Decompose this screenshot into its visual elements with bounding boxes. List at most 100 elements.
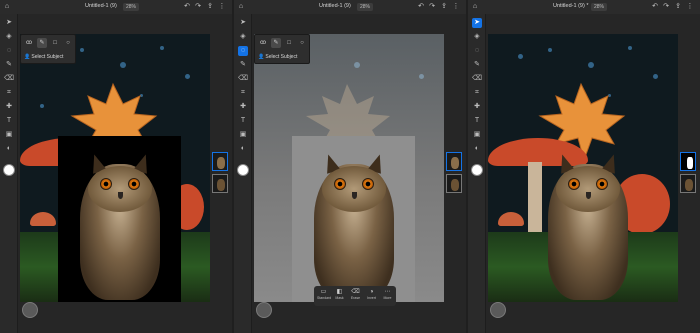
more-icon[interactable]: ⋮: [452, 3, 460, 11]
rect-select-icon[interactable]: □: [50, 38, 60, 48]
lasso-icon[interactable]: ◌: [472, 46, 482, 56]
brush-icon[interactable]: ✎: [472, 60, 482, 70]
brush-select-icon[interactable]: ✎: [271, 38, 281, 48]
text-icon[interactable]: T: [4, 116, 14, 126]
heal-icon[interactable]: ✚: [472, 102, 482, 112]
layer-thumb-background[interactable]: [446, 174, 462, 193]
document-canvas[interactable]: [20, 34, 210, 302]
owl-layer[interactable]: [292, 136, 415, 302]
selection-popover: ꝏ ✎ □ ○ 👤 Select Subject: [20, 34, 76, 64]
layer-thumb-background[interactable]: [212, 174, 228, 193]
selection-popover: ꝏ ✎ □ ○ 👤 Select Subject: [254, 34, 310, 64]
lasso-icon[interactable]: ◌: [238, 46, 248, 56]
foreground-swatch[interactable]: [3, 164, 15, 176]
image-icon[interactable]: ▣: [238, 130, 248, 140]
owl-beak: [586, 192, 591, 199]
eraser-icon[interactable]: ⌫: [472, 74, 482, 84]
redo-icon[interactable]: ↷: [662, 3, 670, 11]
foreground-swatch[interactable]: [471, 164, 483, 176]
crop-icon[interactable]: ⌗: [4, 88, 14, 98]
move-icon[interactable]: ➤: [238, 18, 248, 28]
touch-shortcut[interactable]: [256, 302, 272, 318]
bottom-item-erase[interactable]: ⌫ Erase: [349, 288, 362, 301]
layer-thumb-mask[interactable]: [680, 152, 696, 171]
panel-result: ⌂ Untitled-1 (9) * 28% ↶ ↷ ⇪ ⋮ ➤ ◈ ◌ ✎ ⌫…: [468, 0, 700, 333]
layer-thumb-background[interactable]: [680, 174, 696, 193]
bottom-item-mask[interactable]: ◧ Mask: [333, 288, 346, 301]
layer-thumb-owl[interactable]: [446, 152, 462, 171]
bottom-item-standard[interactable]: ▭ Standard: [317, 288, 331, 301]
document-canvas[interactable]: [488, 34, 678, 302]
lasso-icon[interactable]: ꝏ: [258, 38, 268, 48]
eraser-icon[interactable]: ⌫: [4, 74, 14, 84]
panel-selection: ⌂ Untitled-1 (9) 28% ↶ ↷ ⇪ ⋮ ➤ ◈ ◌ ✎ ⌫ ⌗…: [234, 0, 466, 333]
ellipse-select-icon[interactable]: ○: [297, 38, 307, 48]
lasso-icon[interactable]: ◌: [4, 46, 14, 56]
home-icon[interactable]: ⌂: [237, 3, 245, 11]
undo-icon[interactable]: ↶: [417, 3, 425, 11]
fill-icon[interactable]: ◐: [472, 144, 482, 154]
share-icon[interactable]: ⇪: [206, 3, 214, 11]
bottom-item-invert[interactable]: ◑ Invert: [365, 288, 378, 301]
touch-shortcut[interactable]: [22, 302, 38, 318]
brush-icon[interactable]: ✎: [4, 60, 14, 70]
layers-icon[interactable]: ◈: [4, 32, 14, 42]
undo-icon[interactable]: ↶: [183, 3, 191, 11]
mushroom-cap-small: [30, 212, 56, 226]
ellipse-select-icon[interactable]: ○: [63, 38, 73, 48]
invert-icon: ◑: [369, 289, 374, 295]
lasso-icon[interactable]: ꝏ: [24, 38, 34, 48]
image-icon[interactable]: ▣: [472, 130, 482, 140]
more-icon[interactable]: ⋮: [686, 3, 694, 11]
tool-sidebar: ➤ ◈ ◌ ✎ ⌫ ⌗ ✚ T ▣ ◐: [0, 14, 18, 333]
share-icon[interactable]: ⇪: [674, 3, 682, 11]
document-title: Untitled-1 (9): [85, 3, 117, 9]
move-icon[interactable]: ➤: [472, 18, 482, 28]
brush-icon[interactable]: ✎: [238, 60, 248, 70]
layer-thumb-owl[interactable]: [212, 152, 228, 171]
heal-icon[interactable]: ✚: [4, 102, 14, 112]
layers-icon[interactable]: ◈: [238, 32, 248, 42]
owl-eye-right: [128, 178, 140, 190]
top-bar: ⌂ Untitled-1 (9) * 28% ↶ ↷ ⇪ ⋮: [468, 0, 700, 14]
bottom-item-more[interactable]: ⋯ More: [381, 288, 394, 301]
image-icon[interactable]: ▣: [4, 130, 14, 140]
redo-icon[interactable]: ↷: [428, 3, 436, 11]
select-subject-button[interactable]: 👤 Select Subject: [24, 52, 74, 62]
rect-select-icon[interactable]: □: [284, 38, 294, 48]
text-icon[interactable]: T: [472, 116, 482, 126]
fill-icon[interactable]: ◐: [4, 144, 14, 154]
crop-icon[interactable]: ⌗: [472, 88, 482, 98]
touch-shortcut[interactable]: [490, 302, 506, 318]
select-subject-button[interactable]: 👤 Select Subject: [258, 52, 308, 62]
owl-layer[interactable]: [58, 136, 181, 302]
owl-eye-left: [334, 178, 346, 190]
zoom-level[interactable]: 28%: [123, 3, 140, 11]
redo-icon[interactable]: ↷: [194, 3, 202, 11]
erase-icon: ⌫: [351, 289, 360, 295]
selection-bottom-bar: ▭ Standard ◧ Mask ⌫ Erase ◑ Invert ⋯ Mor…: [314, 286, 396, 306]
heal-icon[interactable]: ✚: [238, 102, 248, 112]
layers-icon[interactable]: ◈: [472, 32, 482, 42]
move-icon[interactable]: ➤: [4, 18, 14, 28]
home-icon[interactable]: ⌂: [471, 3, 479, 11]
share-icon[interactable]: ⇪: [440, 3, 448, 11]
foreground-swatch[interactable]: [237, 164, 249, 176]
eraser-icon[interactable]: ⌫: [238, 74, 248, 84]
mask-icon: ◧: [336, 289, 343, 295]
text-icon[interactable]: T: [238, 116, 248, 126]
undo-icon[interactable]: ↶: [651, 3, 659, 11]
document-canvas[interactable]: [254, 34, 444, 302]
fill-icon[interactable]: ◐: [238, 144, 248, 154]
person-icon: 👤: [258, 54, 265, 60]
crop-icon[interactable]: ⌗: [238, 88, 248, 98]
top-bar: ⌂ Untitled-1 (9) 28% ↶ ↷ ⇪ ⋮: [0, 0, 232, 14]
more-icon[interactable]: ⋮: [218, 3, 226, 11]
home-icon[interactable]: ⌂: [3, 3, 11, 11]
brush-select-icon[interactable]: ✎: [37, 38, 47, 48]
zoom-level[interactable]: 28%: [357, 3, 374, 11]
zoom-level[interactable]: 28%: [591, 3, 608, 11]
owl-cutout[interactable]: [526, 136, 649, 302]
panel-original: ⌂ Untitled-1 (9) 28% ↶ ↷ ⇪ ⋮ ➤ ◈ ◌ ✎ ⌫ ⌗…: [0, 0, 232, 333]
owl-beak: [352, 192, 357, 199]
